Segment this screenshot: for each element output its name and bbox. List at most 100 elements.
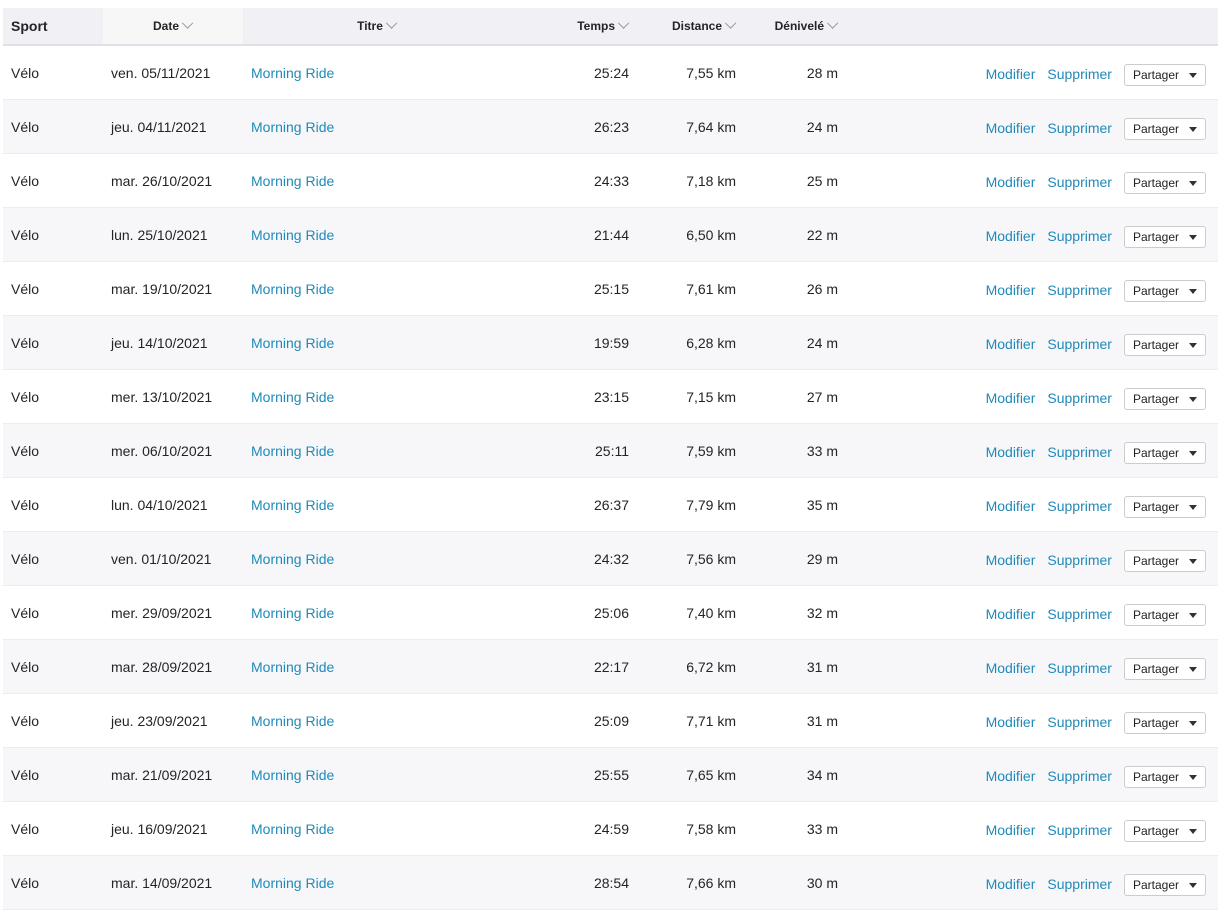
activity-title-link[interactable]: Morning Ride <box>251 605 334 621</box>
distance-cell: 7,79 km <box>637 477 738 532</box>
sport-cell: Vélo <box>3 585 103 640</box>
edit-link[interactable]: Modifier <box>986 336 1036 352</box>
activity-title-link[interactable]: Morning Ride <box>251 335 334 351</box>
sort-chevron-icon <box>826 17 839 29</box>
date-cell: ven. 05/11/2021 <box>103 45 243 100</box>
elevation-cell: 32 m <box>738 585 838 640</box>
table-row: Vélo mer. 13/10/2021 Morning Ride 23:15 … <box>3 369 1218 424</box>
activities-table: Sport Date Titre Temps Distance Dénivelé… <box>3 8 1218 910</box>
table-header: Sport Date Titre Temps Distance Dénivelé <box>3 8 1218 46</box>
activity-title-link[interactable]: Morning Ride <box>251 497 334 513</box>
delete-link[interactable]: Supprimer <box>1047 606 1112 622</box>
date-cell: mar. 26/10/2021 <box>103 153 243 208</box>
share-dropdown-button[interactable]: Partager <box>1123 387 1206 410</box>
activity-title-link[interactable]: Morning Ride <box>251 443 334 459</box>
header-elevation[interactable]: Dénivelé <box>738 8 839 46</box>
delete-link[interactable]: Supprimer <box>1047 498 1112 514</box>
activity-title-link[interactable]: Morning Ride <box>251 767 334 783</box>
share-dropdown-button[interactable]: Partager <box>1123 279 1206 302</box>
share-dropdown-button[interactable]: Partager <box>1123 225 1206 248</box>
title-cell: Morning Ride <box>243 369 511 424</box>
activity-title-link[interactable]: Morning Ride <box>251 659 334 675</box>
sport-cell: Vélo <box>3 801 103 856</box>
share-dropdown-button[interactable]: Partager <box>1123 171 1206 194</box>
activity-title-link[interactable]: Morning Ride <box>251 821 334 837</box>
table-row: Vélo mar. 19/10/2021 Morning Ride 25:15 … <box>3 261 1218 316</box>
share-dropdown-button[interactable]: Partager <box>1123 441 1206 464</box>
activity-title-link[interactable]: Morning Ride <box>251 875 334 891</box>
activity-title-link[interactable]: Morning Ride <box>251 173 334 189</box>
title-cell: Morning Ride <box>243 585 511 640</box>
share-dropdown-button[interactable]: Partager <box>1123 711 1206 734</box>
header-title[interactable]: Titre <box>243 8 511 46</box>
sport-cell: Vélo <box>3 639 103 694</box>
edit-link[interactable]: Modifier <box>986 444 1036 460</box>
header-distance[interactable]: Distance <box>637 8 738 46</box>
actions-cell: Modifier Supprimer Partager <box>838 801 1218 856</box>
share-dropdown-button[interactable]: Partager <box>1123 63 1206 86</box>
table-row: Vélo mar. 21/09/2021 Morning Ride 25:55 … <box>3 747 1218 802</box>
delete-link[interactable]: Supprimer <box>1047 552 1112 568</box>
time-cell: 24:33 <box>511 153 637 208</box>
time-cell: 25:06 <box>511 585 637 640</box>
table-row: Vélo jeu. 23/09/2021 Morning Ride 25:09 … <box>3 693 1218 748</box>
edit-link[interactable]: Modifier <box>986 876 1036 892</box>
header-sport: Sport <box>3 8 103 46</box>
delete-link[interactable]: Supprimer <box>1047 768 1112 784</box>
edit-link[interactable]: Modifier <box>986 282 1036 298</box>
share-label: Partager <box>1132 661 1179 676</box>
edit-link[interactable]: Modifier <box>986 498 1036 514</box>
share-dropdown-button[interactable]: Partager <box>1123 549 1206 572</box>
delete-link[interactable]: Supprimer <box>1047 822 1112 838</box>
activity-title-link[interactable]: Morning Ride <box>251 227 334 243</box>
date-cell: jeu. 14/10/2021 <box>103 315 243 370</box>
title-cell: Morning Ride <box>243 45 511 100</box>
delete-link[interactable]: Supprimer <box>1047 390 1112 406</box>
edit-link[interactable]: Modifier <box>986 552 1036 568</box>
sport-cell: Vélo <box>3 855 103 910</box>
share-dropdown-button[interactable]: Partager <box>1123 117 1206 140</box>
delete-link[interactable]: Supprimer <box>1047 336 1112 352</box>
delete-link[interactable]: Supprimer <box>1047 660 1112 676</box>
share-dropdown-button[interactable]: Partager <box>1123 819 1206 842</box>
delete-link[interactable]: Supprimer <box>1047 282 1112 298</box>
sport-cell: Vélo <box>3 423 103 478</box>
delete-link[interactable]: Supprimer <box>1047 876 1112 892</box>
edit-link[interactable]: Modifier <box>986 714 1036 730</box>
edit-link[interactable]: Modifier <box>986 660 1036 676</box>
activity-title-link[interactable]: Morning Ride <box>251 389 334 405</box>
edit-link[interactable]: Modifier <box>986 768 1036 784</box>
header-date[interactable]: Date <box>103 8 243 46</box>
share-label: Partager <box>1132 337 1179 352</box>
title-cell: Morning Ride <box>243 99 511 154</box>
delete-link[interactable]: Supprimer <box>1047 444 1112 460</box>
delete-link[interactable]: Supprimer <box>1047 174 1112 190</box>
activity-title-link[interactable]: Morning Ride <box>251 281 334 297</box>
title-cell: Morning Ride <box>243 207 511 262</box>
edit-link[interactable]: Modifier <box>986 228 1036 244</box>
share-dropdown-button[interactable]: Partager <box>1123 333 1206 356</box>
delete-link[interactable]: Supprimer <box>1047 228 1112 244</box>
delete-link[interactable]: Supprimer <box>1047 714 1112 730</box>
activity-title-link[interactable]: Morning Ride <box>251 551 334 567</box>
activity-title-link[interactable]: Morning Ride <box>251 713 334 729</box>
share-dropdown-button[interactable]: Partager <box>1123 495 1206 518</box>
edit-link[interactable]: Modifier <box>986 606 1036 622</box>
edit-link[interactable]: Modifier <box>986 390 1036 406</box>
header-time[interactable]: Temps <box>511 8 637 46</box>
delete-link[interactable]: Supprimer <box>1047 66 1112 82</box>
caret-down-icon <box>1189 396 1197 402</box>
share-dropdown-button[interactable]: Partager <box>1123 603 1206 626</box>
share-dropdown-button[interactable]: Partager <box>1123 657 1206 680</box>
edit-link[interactable]: Modifier <box>986 66 1036 82</box>
edit-link[interactable]: Modifier <box>986 174 1036 190</box>
edit-link[interactable]: Modifier <box>986 822 1036 838</box>
edit-link[interactable]: Modifier <box>986 120 1036 136</box>
date-cell: ven. 01/10/2021 <box>103 531 243 586</box>
activity-title-link[interactable]: Morning Ride <box>251 65 334 81</box>
activity-title-link[interactable]: Morning Ride <box>251 119 334 135</box>
share-dropdown-button[interactable]: Partager <box>1123 765 1206 788</box>
share-dropdown-button[interactable]: Partager <box>1123 873 1206 896</box>
delete-link[interactable]: Supprimer <box>1047 120 1112 136</box>
sort-chevron-icon <box>724 17 737 29</box>
